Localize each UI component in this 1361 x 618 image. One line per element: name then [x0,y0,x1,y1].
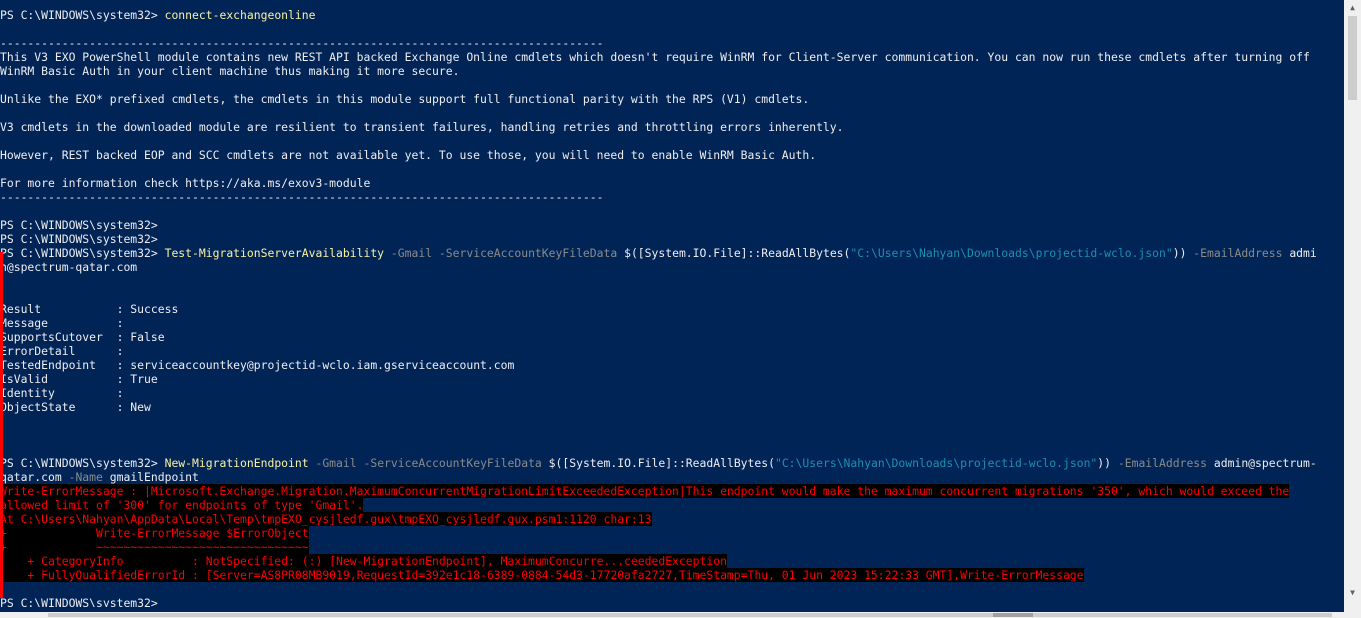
result-row: ErrorDetail : [0,344,123,358]
scroll-up-arrow-icon[interactable]: ▲ [1344,0,1361,16]
string-literal: "C:\Users\Nahyan\Downloads\projectid-wcl… [774,456,1098,470]
parameter: -ServiceAccountKeyFileData [432,246,618,260]
error-line: allowed limit of '300' for endpoints of … [0,498,364,512]
scroll-down-arrow-icon[interactable]: ▼ [1344,585,1361,601]
argument: n@spectrum-qatar.com [0,260,138,274]
result-row: Identity : [0,386,123,400]
result-key: Message [0,316,110,330]
result-value: : Success [109,302,179,316]
result-row: IsValid : True [0,372,158,386]
banner-rule: ----------------------------------------… [0,36,604,50]
error-line: + Write-ErrorMessage $ErrorObject [0,526,309,540]
banner-text: For more information check https://aka.m… [0,176,371,190]
error-text: allowed limit of '300' for endpoints of … [0,498,364,512]
result-row: Message : [0,316,123,330]
result-key: IsValid [0,372,110,386]
result-value: : False [109,330,165,344]
result-row: SupportsCutover : False [0,330,165,344]
banner-text: However, REST backed EOP and SCC cmdlets… [0,148,817,162]
string-literal: "C:\Users\Nahyan\Downloads\projectid-wcl… [850,246,1173,260]
result-row: Result : Success [0,302,178,316]
result-key: TestedEndpoint [0,358,110,372]
banner-text: V3 cmdlets in the downloaded module are … [0,120,844,134]
horizontal-scroll-grip[interactable] [993,613,1033,617]
parameter: -Name [61,470,103,484]
error-line: Write-ErrorMessage : |Microsoft.Exchange… [0,484,1290,498]
error-line: + ~~~~~~~~~~~~~~~~~~~~~~~~~~~~~~~ [0,540,309,554]
result-value: : True [109,372,158,386]
error-text: At C:\Users\Nahyan\AppData\Local\Temp\tm… [0,512,652,526]
result-value: : [109,344,124,358]
console-line: qatar.com -Name gmailEndpoint [0,470,199,484]
prompt: PS C:\WINDOWS\system32> [0,8,165,22]
horizontal-scroll-thumb[interactable] [48,613,1332,617]
prompt: PS C:\WINDOWS\system32> [0,232,165,246]
banner-text: WinRM Basic Auth in your client machine … [0,64,460,78]
console-line: PS C:\WINDOWS\system32> Test-MigrationSe… [0,246,1317,260]
error-text: + ~~~~~~~~~~~~~~~~~~~~~~~~~~~~~~~ [0,540,309,554]
parameter: -Gmail [384,246,433,260]
result-value: : [109,316,124,330]
result-key: Result [0,302,110,316]
argument: qatar.com [0,470,62,484]
argument: admi [1282,246,1317,260]
command-name: Test-MigrationServerAvailability [164,246,385,260]
expression: $([System.IO.File]::ReadAllBytes( [541,456,775,470]
prompt: PS C:\WINDOWS\system32> [0,218,165,232]
error-line: + FullyQualifiedErrorId : [Server=AS8PR0… [0,568,1084,582]
result-key: Identity [0,386,110,400]
horizontal-scrollbar[interactable] [0,612,1344,618]
selection-marker [0,252,3,598]
result-key: ObjectState [0,400,110,414]
argument: admin@spectrum- [1207,456,1317,470]
scrollbar-corner [1344,601,1361,618]
result-row: ObjectState : New [0,400,151,414]
expression: $([System.IO.File]::ReadAllBytes( [617,246,851,260]
prompt: PS C:\WINDOWS\system32> [0,456,165,470]
result-key: ErrorDetail [0,344,110,358]
command-text: connect-exchangeonline [164,8,316,22]
parameter: -ServiceAccountKeyFileData [356,456,542,470]
error-text: + FullyQualifiedErrorId : [Server=AS8PR0… [0,568,1084,582]
result-row: TestedEndpoint : serviceaccountkey@proje… [0,358,514,372]
argument: gmailEndpoint [102,470,199,484]
expression: )) [1097,456,1112,470]
vertical-scroll-thumb[interactable] [1348,16,1357,100]
parameter: -EmailAddress [1111,456,1208,470]
powershell-console[interactable]: PS C:\WINDOWS\system32> connect-exchange… [0,7,1344,607]
error-text: Write-ErrorMessage : |Microsoft.Exchange… [0,484,1290,498]
result-key: SupportsCutover [0,330,110,344]
prompt: PS C:\WINDOWS\system32> [0,246,165,260]
error-line: At C:\Users\Nahyan\AppData\Local\Temp\tm… [0,512,652,526]
error-text: + CategoryInfo : NotSpecified: (:) [New-… [0,554,727,568]
result-value: : New [109,400,151,414]
result-value: : [109,386,124,400]
console-line: PS C:\WINDOWS\system32> New-MigrationEnd… [0,456,1317,470]
banner-text: This V3 EXO PowerShell module contains n… [0,50,1310,64]
banner-text: Unlike the EXO* prefixed cmdlets, the cm… [0,92,810,106]
parameter: -EmailAddress [1186,246,1283,260]
prompt: PS C:\WINDOWS\system32> [0,596,165,607]
console-line: PS C:\WINDOWS\system32> connect-exchange… [0,8,315,22]
error-line: + CategoryInfo : NotSpecified: (:) [New-… [0,554,727,568]
expression: )) [1172,246,1187,260]
vertical-scrollbar[interactable]: ▲ ▼ [1344,0,1361,601]
banner-rule: ----------------------------------------… [0,190,604,204]
result-value: : serviceaccountkey@projectid-wclo.iam.g… [109,358,515,372]
error-text: + Write-ErrorMessage $ErrorObject [0,526,309,540]
command-name: New-MigrationEndpoint [164,456,309,470]
parameter: -Gmail [308,456,357,470]
